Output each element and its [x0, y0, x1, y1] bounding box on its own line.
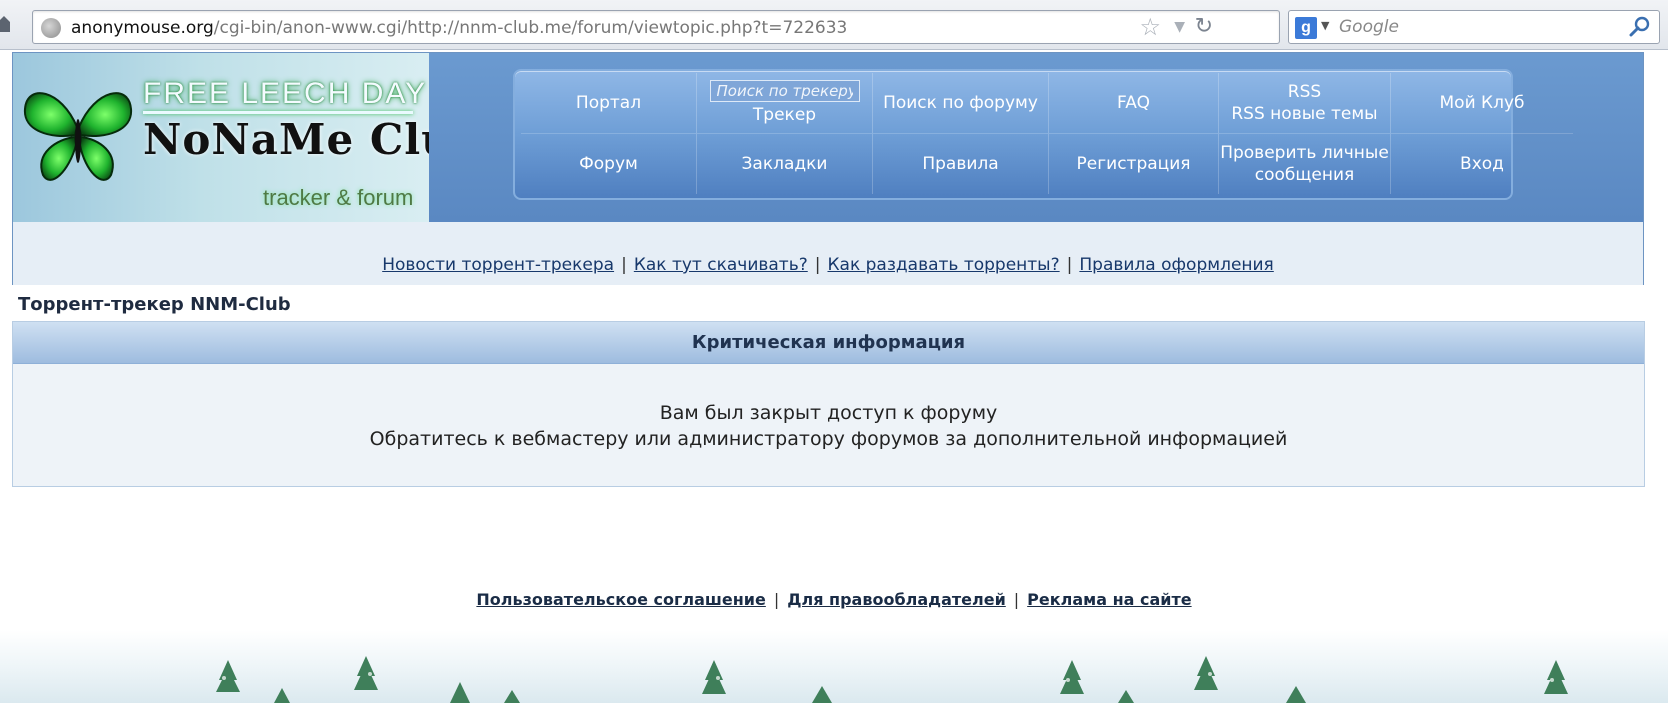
site-logo[interactable]: FREE LEECH DAY NoNaMe Club tracker & for…: [13, 53, 429, 222]
logo-tagline: tracker & forum: [263, 185, 414, 210]
message-line-2: Обратитесь к вебмастеру или администрато…: [369, 428, 1288, 450]
link-separator: |: [814, 255, 821, 275]
nav-rss-link[interactable]: RSS: [1288, 81, 1321, 103]
engine-dropdown-icon[interactable]: ▼: [1321, 19, 1329, 32]
nav-faq[interactable]: FAQ: [1049, 73, 1219, 134]
critical-info-message: Вам был закрыт доступ к форуму Обратитес…: [13, 364, 1644, 452]
nav-forum-search-label: Поиск по форуму: [883, 92, 1038, 113]
url-text[interactable]: anonymouse.org/cgi-bin/anon-www.cgi/http…: [71, 18, 847, 38]
logo-banner-text: FREE LEECH DAY: [143, 77, 428, 110]
nav-login[interactable]: Вход: [1391, 134, 1573, 195]
nav-rss-new-link[interactable]: RSS новые темы: [1231, 103, 1377, 125]
link-how-download[interactable]: Как тут скачивать?: [634, 255, 808, 275]
nav-rules-label: Правила: [922, 153, 999, 174]
browser-toolbar: anonymouse.org/cgi-bin/anon-www.cgi/http…: [0, 0, 1668, 50]
main-navigation: Портал Трекер Поиск по форуму FAQ RSS RS…: [513, 69, 1573, 200]
critical-info-panel: Критическая информация Вам был закрыт до…: [12, 321, 1645, 487]
link-separator: |: [621, 255, 627, 275]
logo-divider: [143, 111, 413, 114]
nav-rules[interactable]: Правила: [873, 133, 1049, 194]
footer-links: Пользовательское соглашение | Для правообл…: [0, 590, 1668, 609]
footer-separator: |: [773, 590, 780, 609]
link-separator: |: [1066, 255, 1073, 275]
header-banner: FREE LEECH DAY NoNaMe Club tracker & for…: [13, 53, 1643, 222]
url-domain: anonymouse.org: [71, 18, 214, 38]
butterfly-icon: [23, 92, 133, 181]
nav-portal-label: Портал: [575, 92, 642, 113]
nav-login-label: Вход: [1460, 153, 1504, 174]
nav-my-club-label: Мой Клуб: [1439, 92, 1525, 113]
url-path: /cgi-bin/anon-www.cgi/http://nnm-club.me…: [213, 18, 848, 38]
home-icon[interactable]: [0, 15, 10, 33]
winter-trees-decoration: [0, 630, 1668, 703]
nav-forum-label: Форум: [579, 153, 638, 174]
nav-faq-label: FAQ: [1117, 92, 1150, 113]
nav-my-club[interactable]: Мой Клуб: [1391, 73, 1573, 134]
link-tracker-news[interactable]: Новости торрент-трекера: [382, 255, 614, 275]
nav-bookmarks-label: Закладки: [741, 153, 828, 174]
nav-check-messages[interactable]: Проверить личные сообщения: [1219, 133, 1391, 194]
message-line-1: Вам был закрыт доступ к форуму: [659, 402, 998, 424]
footer-separator: |: [1013, 590, 1020, 609]
globe-icon: [41, 18, 61, 38]
logo-name: NoNaMe Club: [143, 115, 429, 164]
page-title[interactable]: Торрент-трекер NNM-Club: [18, 294, 291, 315]
nav-register[interactable]: Регистрация: [1049, 133, 1219, 194]
nav-tracker[interactable]: Трекер: [753, 104, 816, 126]
link-user-agreement[interactable]: Пользовательское соглашение: [476, 590, 765, 609]
nav-check-messages-line1: Проверить личные: [1220, 142, 1389, 163]
address-bar[interactable]: anonymouse.org/cgi-bin/anon-www.cgi/http…: [32, 10, 1280, 44]
header-links-bar: Новости торрент-трекера | Как тут скачиват…: [13, 222, 1643, 285]
star-icon[interactable]: ☆: [1139, 15, 1161, 39]
nav-rss: RSS RSS новые темы: [1219, 73, 1391, 134]
dropdown-icon[interactable]: ▼: [1174, 19, 1185, 35]
nav-forum-search[interactable]: Поиск по форуму: [873, 73, 1049, 134]
reload-icon[interactable]: ↻: [1195, 14, 1213, 39]
search-bar[interactable]: g ▼: [1288, 10, 1660, 44]
nav-forum[interactable]: Форум: [521, 133, 697, 194]
forum-header: FREE LEECH DAY NoNaMe Club tracker & for…: [12, 52, 1644, 285]
nav-bookmarks[interactable]: Закладки: [697, 133, 873, 194]
google-icon[interactable]: g: [1295, 17, 1317, 39]
nav-portal[interactable]: Портал: [521, 73, 697, 134]
tracker-search-input[interactable]: [709, 79, 860, 102]
magnifier-icon[interactable]: [1629, 16, 1651, 38]
critical-info-heading: Критическая информация: [13, 322, 1644, 364]
link-rightholders[interactable]: Для правообладателей: [787, 590, 1006, 609]
nav-check-messages-line2: сообщения: [1254, 164, 1355, 185]
search-input[interactable]: [1339, 13, 1609, 41]
link-how-seed[interactable]: Как раздавать торренты?: [827, 255, 1059, 275]
link-advertising[interactable]: Реклама на сайте: [1027, 590, 1191, 609]
link-format-rules[interactable]: Правила оформления: [1079, 255, 1273, 275]
trees-illustration: [216, 656, 1568, 703]
nav-tracker-cell: Трекер: [697, 73, 873, 134]
nav-register-label: Регистрация: [1076, 153, 1191, 174]
